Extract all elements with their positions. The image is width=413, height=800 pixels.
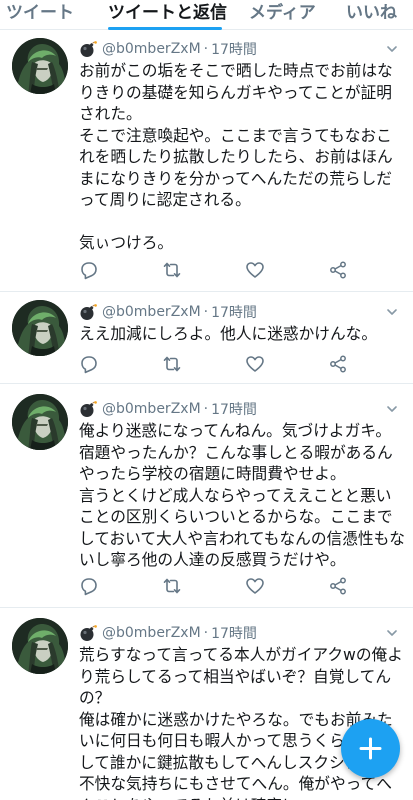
- tweet-text: 俺より迷惑になってんねん。気づけよガキ。 宿題やったんか？こんな事しとる暇がある…: [79, 421, 405, 569]
- tweet-time[interactable]: 17時間: [211, 623, 257, 643]
- plus-icon: [359, 737, 382, 760]
- separator-dot: ·: [203, 304, 209, 320]
- chevron-down-icon[interactable]: [385, 402, 399, 416]
- separator-dot: ·: [203, 625, 209, 641]
- tweet-header: @b0mberZxM · 17時間: [79, 301, 405, 323]
- reply-icon[interactable]: [79, 576, 99, 596]
- tweet-actions: [79, 260, 379, 282]
- tab-media[interactable]: メディア: [249, 0, 316, 30]
- separator-dot: ·: [203, 401, 209, 417]
- tab-likes[interactable]: いいね: [346, 0, 397, 30]
- share-icon[interactable]: [328, 260, 348, 280]
- tab-tweets-and-replies[interactable]: ツイートと返信: [108, 0, 227, 30]
- author-handle[interactable]: @b0mberZxM: [102, 401, 201, 417]
- bomb-icon: [79, 40, 97, 58]
- like-icon[interactable]: [245, 260, 265, 280]
- author-handle[interactable]: @b0mberZxM: [102, 304, 201, 320]
- chevron-down-icon[interactable]: [385, 42, 399, 56]
- tweet-actions: [79, 354, 379, 376]
- tweet-header: @b0mberZxM · 17時間: [79, 622, 405, 644]
- like-icon[interactable]: [245, 576, 265, 596]
- bomb-icon: [79, 400, 97, 418]
- share-icon[interactable]: [328, 576, 348, 596]
- retweet-icon[interactable]: [162, 260, 182, 280]
- retweet-icon[interactable]: [162, 354, 182, 374]
- tweet-time[interactable]: 17時間: [211, 39, 257, 59]
- tab-tweets[interactable]: ツイート: [6, 0, 74, 30]
- tweet-header: @b0mberZxM · 17時間: [79, 398, 405, 420]
- tweet[interactable]: @b0mberZxM · 17時間 ええ加減にしろよ。他人に迷惑かけんな。: [0, 292, 413, 384]
- retweet-icon[interactable]: [162, 576, 182, 596]
- separator-dot: ·: [203, 41, 209, 57]
- author-handle[interactable]: @b0mberZxM: [102, 41, 201, 57]
- share-icon[interactable]: [328, 354, 348, 374]
- chevron-down-icon[interactable]: [385, 305, 399, 319]
- profile-tabs: ツイート ツイートと返信 メディア いいね: [0, 0, 413, 30]
- avatar[interactable]: [12, 394, 68, 450]
- tweet-header: @b0mberZxM · 17時間: [79, 38, 405, 60]
- author-handle[interactable]: @b0mberZxM: [102, 625, 201, 641]
- tweet-text: お前がこの垢をそこで晒した時点でお前はなりきりの基礎を知らんガキやってことが証明…: [79, 61, 393, 252]
- tweet-time[interactable]: 17時間: [211, 399, 257, 419]
- reply-icon[interactable]: [79, 260, 99, 280]
- like-icon[interactable]: [245, 354, 265, 374]
- avatar[interactable]: [12, 300, 68, 356]
- compose-tweet-button[interactable]: [341, 719, 400, 778]
- bomb-icon: [79, 303, 97, 321]
- active-tab-indicator: [108, 27, 222, 30]
- tweet-text: ええ加減にしろよ。他人に迷惑かけんな。: [79, 324, 378, 343]
- chevron-down-icon[interactable]: [385, 626, 399, 640]
- tweet[interactable]: @b0mberZxM · 17時間 俺より迷惑になってんねん。気づけよガキ。 宿…: [0, 384, 413, 608]
- avatar[interactable]: [12, 618, 68, 674]
- bomb-icon: [79, 624, 97, 642]
- reply-icon[interactable]: [79, 354, 99, 374]
- tweet[interactable]: @b0mberZxM · 17時間 お前がこの垢をそこで晒した時点でお前はなりき…: [0, 30, 413, 292]
- tweet-time[interactable]: 17時間: [211, 302, 257, 322]
- avatar[interactable]: [12, 38, 68, 94]
- tweet-actions: [79, 576, 379, 598]
